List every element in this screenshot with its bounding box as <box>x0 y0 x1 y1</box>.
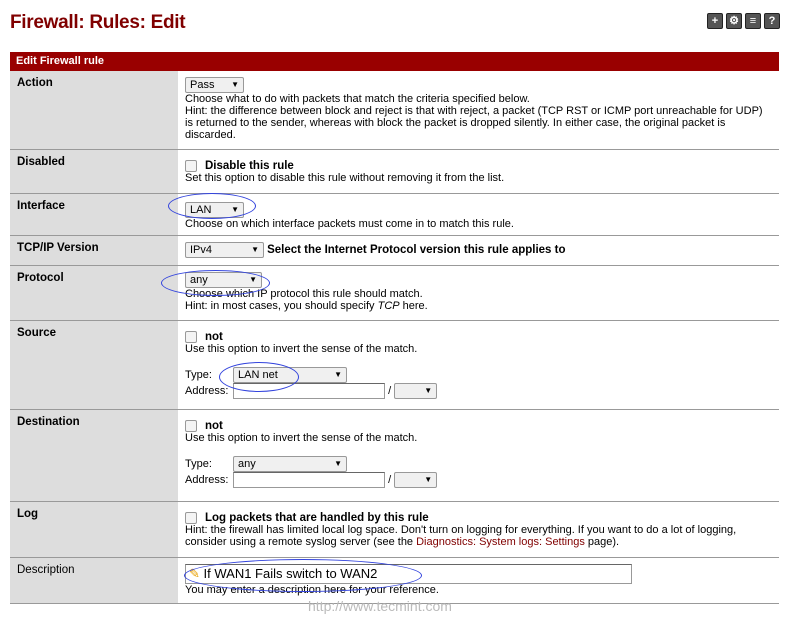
section-header: Edit Firewall rule <box>10 52 779 71</box>
list-icon[interactable]: ≡ <box>745 13 761 29</box>
row-disabled: Disabled Disable this rule Set this opti… <box>10 150 779 194</box>
edit-form: Edit Firewall rule Action Pass Choose wh… <box>10 52 779 604</box>
interface-label: Interface <box>10 194 178 235</box>
row-destination: Destination not Use this option to inver… <box>10 410 779 502</box>
destination-type-select[interactable]: any <box>233 456 347 473</box>
protocol-hint: Choose which IP protocol this rule shoul… <box>185 288 423 300</box>
row-action: Action Pass Choose what to do with packe… <box>10 71 779 150</box>
watermark: http://www.tecmint.com <box>308 598 452 614</box>
source-hint: Use this option to invert the sense of t… <box>185 343 418 356</box>
source-mask-select[interactable] <box>394 383 438 400</box>
disabled-checkbox[interactable] <box>185 160 197 173</box>
action-hint: Choose what to do with packets that matc… <box>185 93 530 105</box>
protocol-label: Protocol <box>10 266 178 320</box>
destination-hint: Use this option to invert the sense of t… <box>185 432 418 445</box>
destination-not-label: not <box>205 420 223 432</box>
description-value: If WAN1 Fails switch to WAN2 <box>203 566 378 581</box>
destination-not-checkbox[interactable] <box>185 420 197 433</box>
protocol-hint-end: here. <box>399 300 428 312</box>
interface-hint: Choose on which interface packets must c… <box>185 218 514 230</box>
source-slash: / <box>388 385 392 397</box>
source-not-label: not <box>205 331 223 343</box>
destination-mask-select[interactable] <box>394 472 438 489</box>
protocol-hint-2: Hint: in most cases, you should specify <box>185 300 378 312</box>
disabled-checkbox-label: Disable this rule <box>205 160 294 172</box>
source-type-select[interactable]: LAN net <box>233 367 347 384</box>
source-not-checkbox[interactable] <box>185 331 197 344</box>
destination-type-label: Type: <box>185 458 212 470</box>
help-icon[interactable]: ? <box>764 13 780 29</box>
disabled-hint: Set this option to disable this rule wit… <box>185 172 505 185</box>
gear-icon[interactable]: ⚙ <box>726 13 742 29</box>
destination-slash: / <box>388 474 392 486</box>
destination-label: Destination <box>10 410 178 501</box>
action-select[interactable]: Pass <box>185 77 244 93</box>
source-address-label: Address: <box>185 385 229 397</box>
add-icon[interactable]: + <box>707 13 723 29</box>
interface-select[interactable]: LAN <box>185 202 244 218</box>
row-source: Source not Use this option to invert the… <box>10 321 779 410</box>
ipversion-label: TCP/IP Version <box>10 236 178 265</box>
source-type-label: Type: <box>185 369 212 381</box>
row-interface: Interface LAN Choose on which interface … <box>10 194 779 236</box>
ipversion-select[interactable]: IPv4 <box>185 242 264 258</box>
destination-address-label: Address: <box>185 474 229 486</box>
ipversion-hint: Select the Internet Protocol version thi… <box>267 243 566 256</box>
row-protocol: Protocol any Choose which IP protocol th… <box>10 266 779 321</box>
action-hint-2: Hint: the difference between block and r… <box>185 105 763 141</box>
action-label: Action <box>10 71 178 149</box>
header-icons: + ⚙ ≡ ? <box>707 13 780 29</box>
source-address-input[interactable] <box>233 383 385 400</box>
log-checkbox[interactable] <box>185 512 197 525</box>
row-log: Log Log packets that are handled by this… <box>10 502 779 558</box>
destination-address-input[interactable] <box>233 472 385 489</box>
description-input[interactable]: ✎ If WAN1 Fails switch to WAN2 <box>185 564 632 584</box>
syslog-settings-link[interactable]: Diagnostics: System logs: Settings <box>416 536 585 548</box>
log-checkbox-label: Log packets that are handled by this rul… <box>205 512 429 524</box>
source-label: Source <box>10 321 178 409</box>
disabled-label: Disabled <box>10 150 178 193</box>
protocol-select[interactable]: any <box>185 272 262 288</box>
description-label: Description <box>10 558 178 603</box>
log-hint-end: page). <box>584 536 620 549</box>
pencil-icon: ✎ <box>189 566 200 581</box>
log-label: Log <box>10 502 178 557</box>
description-hint: You may enter a description here for you… <box>185 584 439 596</box>
row-ipversion: TCP/IP Version IPv4 Select the Internet … <box>10 236 779 266</box>
page-title: Firewall: Rules: Edit <box>10 12 186 33</box>
protocol-hint-tcp: TCP <box>377 300 400 312</box>
